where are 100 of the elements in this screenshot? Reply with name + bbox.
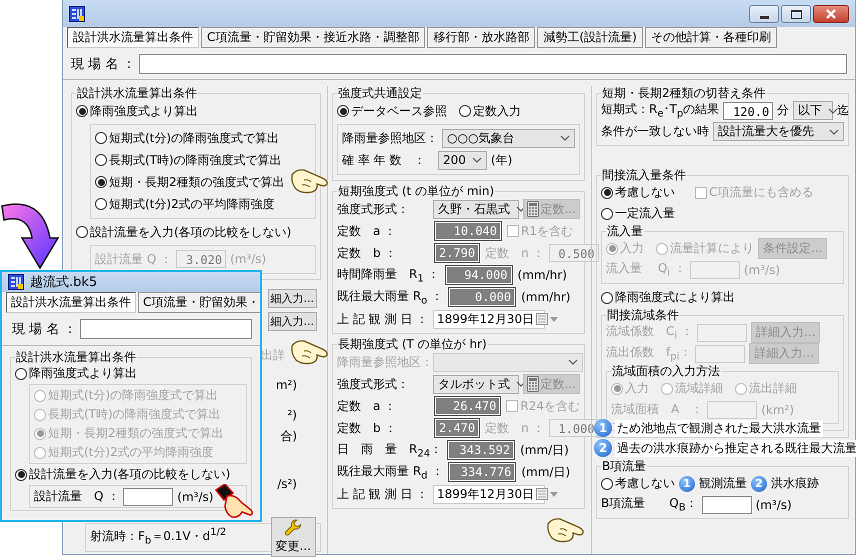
input-field[interactable]: 120.0 [723, 102, 774, 120]
field-label: 定数 a ： [337, 398, 398, 414]
field-label: 洪水痕跡 [771, 475, 819, 492]
radio-button[interactable]: 設計流量を入力(各項の比較をしない) [76, 224, 292, 240]
radio-button[interactable]: 短期式(t分)2式の平均降雨強度 [95, 196, 275, 212]
group-title: 強度式共通設定 [337, 86, 423, 100]
minimize-button[interactable] [749, 5, 779, 23]
value-field: 10.040 [435, 222, 501, 240]
calendar-icon [536, 313, 548, 325]
tab[interactable]: C項流量・貯留効果・接近水路・調整部 [201, 27, 426, 48]
maximize-button[interactable] [781, 5, 811, 23]
field-label: 流出係数 f$_{pi}$： [606, 344, 692, 363]
field-label: 上 記 観 測 日 ： [337, 486, 429, 502]
group-title: 間接流入量条件 [601, 168, 687, 182]
app-icon [69, 6, 85, 22]
group-title: 流入量 [606, 224, 644, 238]
number-badge: 1 [594, 419, 612, 437]
field-label: (m³/s) [230, 252, 266, 266]
radio-button[interactable]: 降雨強度式より算出 [76, 102, 198, 120]
input-field[interactable] [139, 54, 847, 74]
field-label: (m³/s) [756, 498, 792, 512]
action-button[interactable]: 変更... [270, 517, 316, 557]
pointing-hand-icon [215, 484, 255, 520]
field-label: 定数 b ： [337, 420, 398, 436]
field-label: m²) [276, 378, 297, 392]
group-title: 間接流域条件 [606, 308, 680, 322]
group-title: 短期強度式 (t の単位が min) [337, 184, 496, 198]
value-field: 343.592 [448, 441, 514, 459]
field-label: 流入量 Q$_{i}$ ： [606, 260, 686, 279]
field-label: 強度式形式： [337, 376, 410, 392]
field-label: 降雨量参照地区： [337, 354, 429, 370]
calculator-icon [526, 376, 539, 392]
field-label: 上 記 観 測 日 ： [337, 310, 429, 328]
caret-icon [568, 359, 578, 365]
radio-button[interactable]: 短期・長期2種類の強度式で算出 [95, 174, 285, 190]
number-badge: 2 [751, 476, 767, 492]
tab[interactable]: 移行部・放水路部 [427, 27, 536, 48]
dropdown[interactable]: ○○○気象台 [442, 128, 575, 148]
close-button[interactable] [813, 5, 849, 23]
group-title: 長期強度式 (T の単位が hr) [337, 337, 488, 351]
field-label: (年) [490, 152, 512, 168]
field-label: 分 [777, 102, 790, 119]
field-label: 定数 n ： [485, 420, 545, 436]
group-title: 流域面積の入力方法 [611, 364, 721, 378]
radio-button[interactable]: 長期式(T時)の降雨強度式で算出 [95, 152, 282, 168]
group-title: B項流量 [601, 459, 648, 473]
field-label: (m³/s) [177, 490, 214, 504]
radio-button[interactable]: 短期式(t分)の降雨強度式で算出 [95, 130, 280, 146]
field-label: 定数 n ： [485, 244, 545, 262]
action-button[interactable]: 細入力... [268, 312, 317, 331]
value-field: 2.470 [435, 419, 480, 437]
caret-icon [550, 316, 558, 322]
tab[interactable]: 設計洪水流量算出条件 [67, 27, 199, 48]
field-label: ²) [288, 408, 297, 422]
field-label: 現 場 名 ： [71, 56, 136, 73]
tab[interactable]: その他計算・各種印刷 [644, 27, 777, 48]
calculator-icon [526, 201, 539, 217]
radio-button[interactable]: 考慮しない [601, 184, 675, 201]
input-field[interactable] [80, 319, 252, 339]
field-label: 射流時：F$_{b}$＝0.1V・d$^{1/2}$ [90, 527, 226, 547]
caret-icon [829, 128, 839, 134]
radio-button[interactable]: 定数入力 [459, 102, 521, 120]
field-label: (mm/日) [520, 442, 569, 458]
field-label: 降雨量参照地区： [342, 130, 438, 146]
radio-button[interactable]: 考慮しない [601, 475, 675, 492]
field-label: /s²) [277, 477, 297, 491]
field-label: B項流量 Q$_{B}$： [601, 495, 698, 514]
field-label: 定数 b ： [337, 244, 398, 262]
radio-button[interactable]: 設計流量を入力(各項の比較をしない) [15, 466, 230, 483]
input-field[interactable] [123, 488, 174, 506]
wrench-icon [284, 519, 302, 536]
radio-button[interactable]: 降雨強度式より算出 [15, 365, 137, 382]
close-icon [825, 9, 837, 19]
field-label: 短期式：R$_{e}$･T$_{p}$の結果 [601, 101, 720, 120]
field-label: (m³/s) [744, 262, 780, 276]
field-label: 観測流量 [699, 475, 747, 492]
dropdown[interactable]: 200 [438, 150, 487, 170]
dropdown[interactable]: 設計流量大を優先 [713, 122, 844, 141]
field-label: 現 場 名 ： [12, 321, 76, 338]
value-field: 94.000 [446, 266, 512, 284]
field-label: 強度式形式： [337, 200, 410, 218]
radio-button[interactable]: 降雨強度式により算出 [601, 289, 735, 306]
calendar-icon [536, 488, 548, 500]
input-field[interactable] [702, 496, 752, 514]
caret-icon [828, 108, 838, 114]
field-label: 日 雨 量 R$_{24}$： [337, 440, 442, 460]
tab[interactable]: C項流量・貯留効果・ [138, 292, 260, 313]
tab[interactable]: 減勢工(設計流量) [537, 27, 643, 48]
radio-button[interactable]: データベース参照 [337, 102, 447, 120]
group-title: 短期・長期2種類の切替え条件 [601, 86, 767, 100]
caret-icon [472, 157, 482, 163]
field-label: 合) [280, 429, 297, 443]
tab[interactable]: 設計洪水流量算出条件 [6, 292, 136, 313]
field-label: 流域係数 C$_{i}$ ： [606, 323, 693, 342]
field-label: (mm/日) [521, 464, 570, 480]
value-field: 2.790 [435, 244, 480, 262]
field-label: (mm/hr) [521, 290, 570, 304]
action-button[interactable]: 細入力... [268, 289, 317, 308]
value-field: 0.000 [449, 288, 516, 306]
radio-button[interactable]: 一定流入量 [601, 205, 675, 222]
